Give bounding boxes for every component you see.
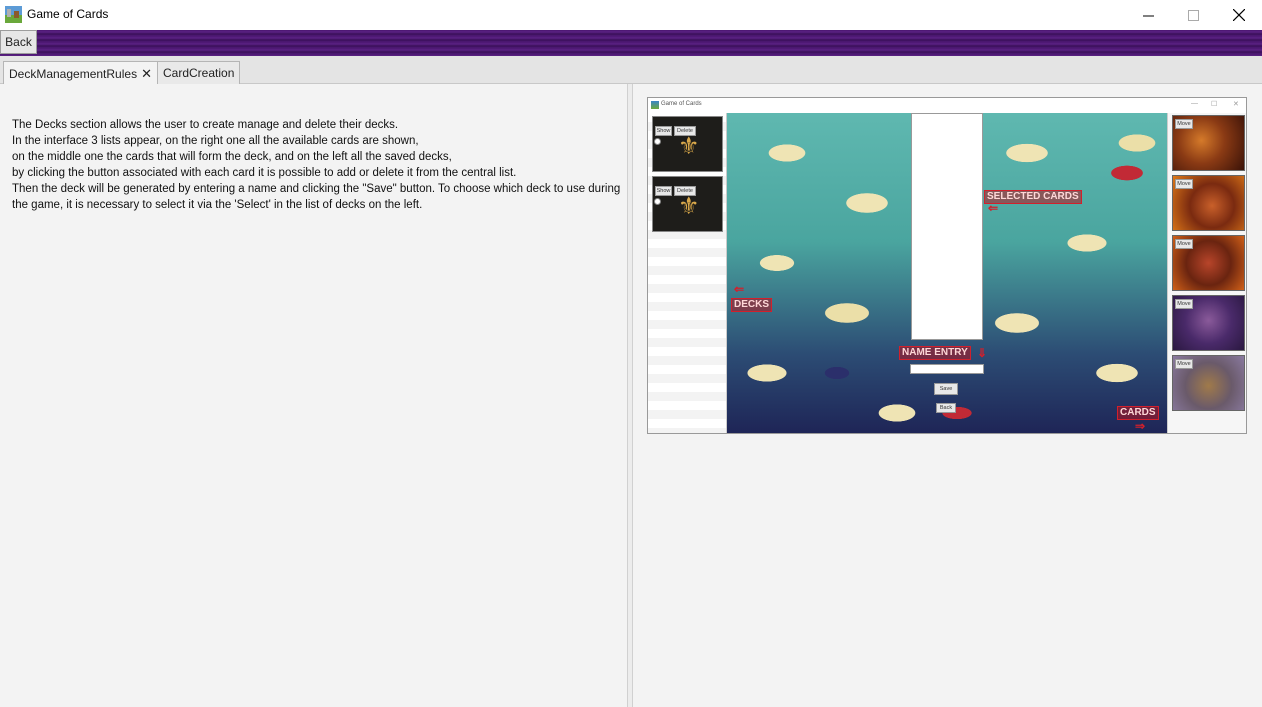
annotation-decks: DECKS: [731, 298, 773, 312]
name-entry-arrow-icon: ⇓: [977, 346, 988, 360]
tab-close-icon[interactable]: ✕: [141, 66, 152, 82]
deck-select-radio: [654, 138, 661, 145]
screenshot-title: Game of Cards: [661, 101, 702, 107]
annotation-cards: CARDS: [1117, 406, 1159, 420]
card-image: Move: [1172, 355, 1245, 411]
card-move-button: Move: [1175, 119, 1193, 129]
screenshot-cards-list: Move Move Move Move Move: [1167, 113, 1246, 433]
mini-app-icon: [651, 101, 659, 109]
card-move-button: Move: [1175, 239, 1193, 249]
deck-screenshot-image: Game of Cards — ☐ ✕ Show Delete ⚜ Show D…: [647, 97, 1247, 434]
deck-show-button: Show: [655, 186, 672, 196]
annotation-selected-cards: SELECTED CARDS: [984, 190, 1082, 204]
cards-arrow-icon: ⇒: [1135, 419, 1146, 433]
close-button[interactable]: [1216, 0, 1262, 30]
title-bar: Game of Cards: [0, 0, 1262, 30]
mini-close-icon: ✕: [1233, 101, 1239, 108]
screenshot-decks-list: Show Delete ⚜ Show Delete ⚜: [648, 113, 727, 433]
card-image: Move: [1172, 295, 1245, 351]
card-move-button: Move: [1175, 179, 1193, 189]
back-button[interactable]: Back: [0, 30, 37, 54]
back-button: Back: [936, 403, 956, 413]
rules-text: The Decks section allows the user to cre…: [12, 119, 621, 211]
card-image: Move: [1172, 235, 1245, 291]
tab-label: CardCreation: [163, 66, 235, 80]
mini-minimize-icon: —: [1191, 100, 1198, 107]
deck-item: Show Delete ⚜: [652, 116, 723, 172]
tab-card-creation[interactable]: CardCreation: [157, 61, 241, 84]
mini-maximize-icon: ☐: [1211, 101, 1218, 108]
maximize-button[interactable]: [1170, 0, 1216, 30]
tab-label: DeckManagementRules: [9, 66, 138, 81]
save-button: Save: [934, 383, 958, 395]
fleur-de-lis-icon: ⚜: [678, 133, 700, 160]
screenshot-title-bar: Game of Cards — ☐ ✕: [648, 98, 1246, 113]
annotation-name-entry: NAME ENTRY: [899, 346, 971, 360]
card-move-button: Move: [1175, 359, 1193, 369]
selected-cards-list: [911, 113, 983, 340]
decks-arrow-icon: ⇐: [734, 282, 745, 296]
tab-bar: DeckManagementRules ✕ CardCreation: [0, 56, 1262, 85]
rules-pane: The Decks section allows the user to cre…: [0, 84, 627, 707]
deck-select-radio: [654, 198, 661, 205]
minimize-icon: [1142, 15, 1154, 16]
minimize-button[interactable]: [1125, 0, 1171, 30]
app-icon: [5, 6, 22, 23]
card-image: Move: [1172, 115, 1245, 171]
selected-cards-arrow-icon: ⇐: [988, 201, 999, 215]
deck-name-input: [910, 364, 984, 374]
toolbar: [0, 30, 1262, 56]
deck-show-button: Show: [655, 126, 672, 136]
tab-deck-management-rules[interactable]: DeckManagementRules ✕: [3, 61, 158, 85]
close-icon: [1233, 9, 1245, 21]
fleur-de-lis-icon: ⚜: [678, 193, 700, 220]
maximize-icon: [1187, 9, 1199, 21]
deck-item: Show Delete ⚜: [652, 176, 723, 232]
card-image: Move: [1172, 175, 1245, 231]
window-title: Game of Cards: [27, 7, 109, 21]
card-move-button: Move: [1175, 299, 1193, 309]
